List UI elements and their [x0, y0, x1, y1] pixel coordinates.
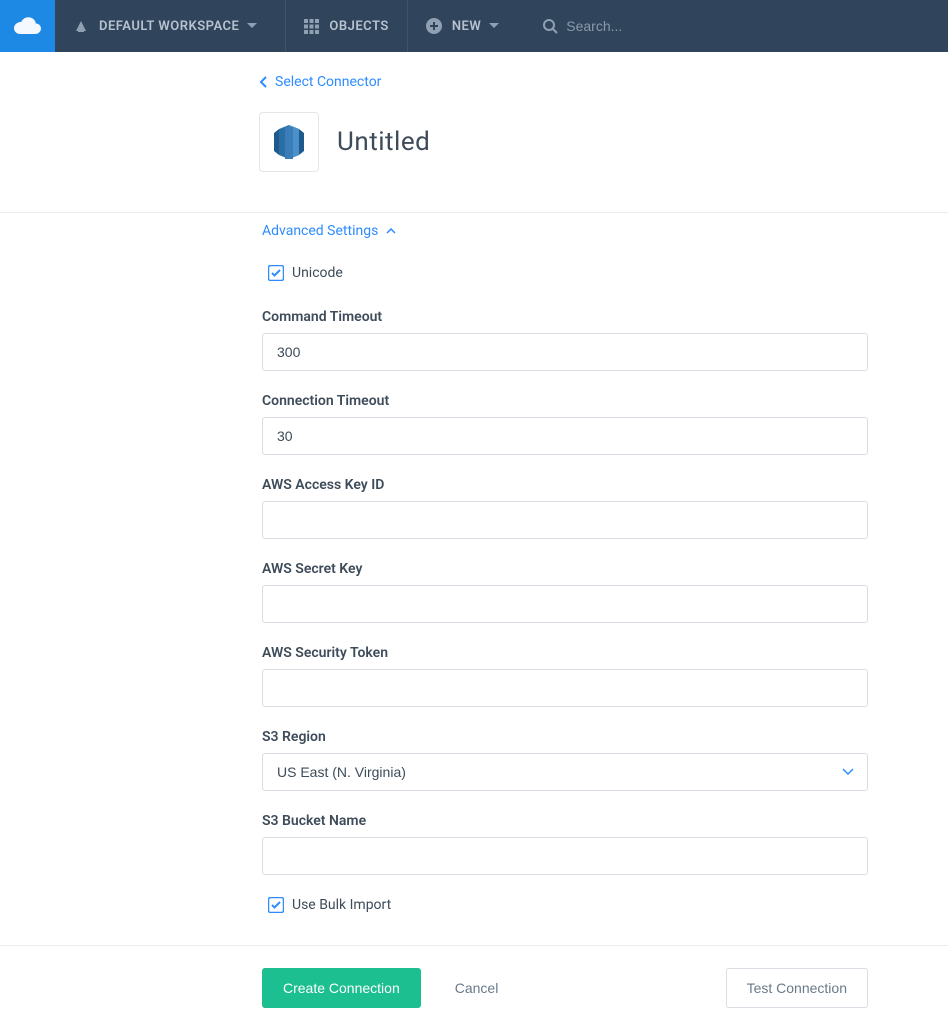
chevron-up-icon	[386, 228, 396, 234]
chevron-down-icon	[489, 23, 499, 29]
s3-region-select[interactable]: US East (N. Virginia)	[262, 753, 868, 791]
nav-new[interactable]: NEW	[408, 0, 527, 52]
aws-secret-key-label: AWS Secret Key	[262, 561, 868, 577]
workspace-switcher[interactable]: DEFAULT WORKSPACE	[55, 0, 286, 52]
aws-security-token-input[interactable]	[262, 669, 868, 707]
connection-timeout-label: Connection Timeout	[262, 393, 868, 409]
field-aws-secret-key: AWS Secret Key	[262, 561, 868, 623]
plus-circle-icon	[426, 18, 442, 34]
field-command-timeout: Command Timeout	[262, 309, 868, 371]
checkbox-checked-icon	[268, 265, 284, 281]
aws-secret-key-input[interactable]	[262, 585, 868, 623]
workspace-icon	[73, 18, 89, 34]
connector-icon-box	[259, 112, 319, 172]
chevron-down-icon	[247, 23, 257, 29]
command-timeout-input[interactable]	[262, 333, 868, 371]
aws-security-token-label: AWS Security Token	[262, 645, 868, 661]
search-input[interactable]	[566, 18, 766, 34]
create-connection-button[interactable]: Create Connection	[262, 968, 421, 1008]
advanced-settings-toggle[interactable]: Advanced Settings	[262, 223, 396, 239]
bulk-import-checkbox-row[interactable]: Use Bulk Import	[268, 897, 868, 913]
field-aws-access-key: AWS Access Key ID	[262, 477, 868, 539]
cancel-button[interactable]: Cancel	[435, 968, 519, 1008]
advanced-settings-label: Advanced Settings	[262, 223, 378, 239]
field-connection-timeout: Connection Timeout	[262, 393, 868, 455]
back-link-label: Select Connector	[275, 74, 381, 90]
cloud-icon	[14, 16, 42, 36]
back-row: Select Connector	[0, 52, 948, 112]
field-s3-bucket: S3 Bucket Name	[262, 813, 868, 875]
s3-bucket-label: S3 Bucket Name	[262, 813, 868, 829]
unicode-label: Unicode	[292, 265, 343, 281]
grid-icon	[304, 19, 319, 34]
nav-objects-label: OBJECTS	[329, 19, 388, 34]
back-link[interactable]: Select Connector	[259, 74, 381, 90]
field-aws-security-token: AWS Security Token	[262, 645, 868, 707]
workspace-label: DEFAULT WORKSPACE	[99, 19, 239, 34]
app-logo[interactable]	[0, 0, 55, 52]
footer-actions: Create Connection Cancel Test Connection	[0, 945, 948, 1032]
command-timeout-label: Command Timeout	[262, 309, 868, 325]
nav-objects[interactable]: OBJECTS	[286, 0, 407, 52]
nav-new-label: NEW	[452, 19, 481, 34]
redshift-icon	[271, 123, 307, 161]
bulk-import-label: Use Bulk Import	[292, 897, 391, 913]
s3-region-label: S3 Region	[262, 729, 868, 745]
aws-access-key-label: AWS Access Key ID	[262, 477, 868, 493]
aws-access-key-input[interactable]	[262, 501, 868, 539]
form-area: Advanced Settings Unicode Command Timeou…	[0, 213, 948, 945]
search-area	[527, 0, 948, 52]
checkbox-checked-icon	[268, 897, 284, 913]
page-title: Untitled	[337, 127, 430, 157]
top-nav: DEFAULT WORKSPACE OBJECTS NEW	[0, 0, 948, 52]
chevron-left-icon	[259, 76, 267, 88]
s3-bucket-input[interactable]	[262, 837, 868, 875]
unicode-checkbox-row[interactable]: Unicode	[268, 265, 868, 281]
test-connection-button[interactable]: Test Connection	[726, 968, 868, 1008]
field-s3-region: S3 Region US East (N. Virginia)	[262, 729, 868, 791]
connection-timeout-input[interactable]	[262, 417, 868, 455]
search-icon	[543, 19, 558, 34]
title-row: Untitled	[0, 112, 948, 212]
